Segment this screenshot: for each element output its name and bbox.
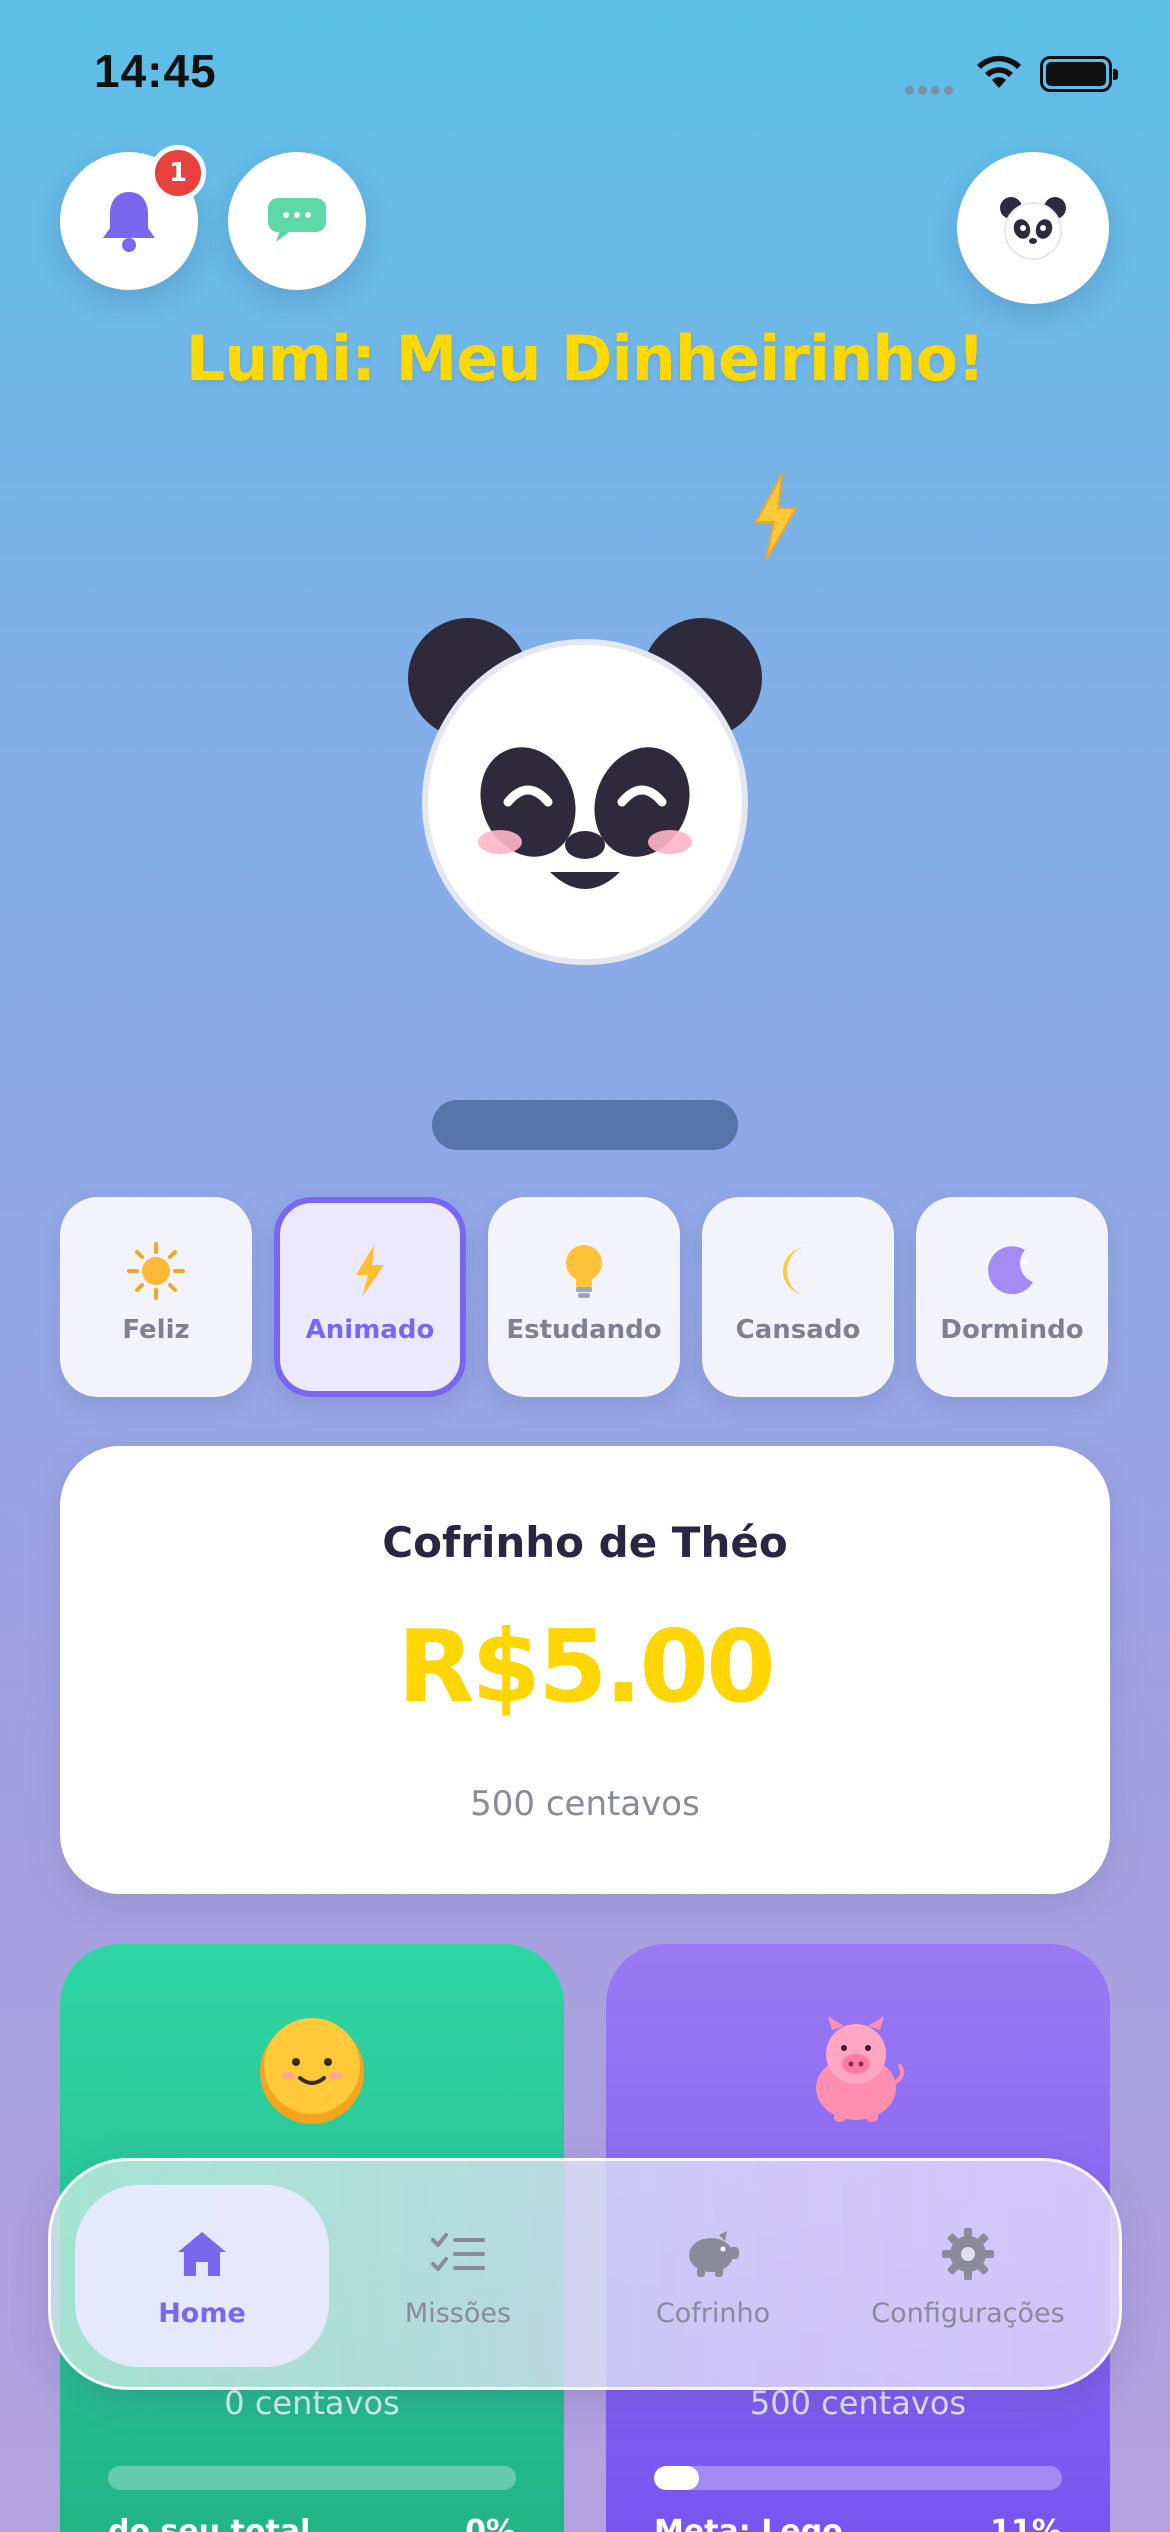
gear-icon (942, 2227, 994, 2280)
profile-avatar-button[interactable] (957, 152, 1109, 304)
mood-animado[interactable]: Animado (274, 1197, 466, 1397)
mood-label: Dormindo (940, 1315, 1084, 1345)
notification-badge: 1 (150, 145, 206, 201)
mood-feliz[interactable]: Feliz (60, 1197, 252, 1397)
crescent-moon-icon (783, 1247, 807, 1295)
lightbulb-icon (566, 1245, 602, 1298)
tab-label: Home (158, 2297, 246, 2329)
checklist-icon (431, 2232, 485, 2271)
mascot-shadow (432, 1100, 738, 1150)
card-footer-percent: 11% (990, 2514, 1062, 2532)
lightning-icon (754, 473, 798, 561)
bell-icon (103, 192, 155, 252)
tab-configuracoes[interactable]: Configurações (841, 2185, 1095, 2367)
mood-dormindo[interactable]: Dormindo (916, 1197, 1108, 1397)
balance-title: Cofrinho de Théo (382, 1518, 788, 1567)
card-footer-label: Meta: Lego (654, 2514, 843, 2532)
tab-label: Configurações (871, 2297, 1065, 2329)
panda-mascot[interactable] (400, 610, 770, 980)
balance-amount: R$5.00 (397, 1608, 775, 1725)
mood-cansado[interactable]: Cansado (702, 1197, 894, 1397)
status-time: 14:45 (94, 45, 217, 97)
cellular-signal-icon (905, 80, 957, 99)
battery-icon (1040, 56, 1118, 92)
tab-home[interactable]: Home (75, 2185, 329, 2367)
mood-estudando[interactable]: Estudando (488, 1197, 680, 1397)
lightning-icon (356, 1245, 384, 1297)
mood-label: Estudando (506, 1315, 662, 1345)
mood-label: Animado (305, 1315, 435, 1345)
moon-sleep-icon (988, 1246, 1033, 1295)
app-title: Lumi: Meu Dinheirinho! (185, 322, 986, 395)
home-icon (178, 2231, 226, 2276)
wifi-icon (977, 55, 1021, 88)
progress-bar (108, 2466, 516, 2490)
status-bar: 14:45 (0, 0, 1170, 150)
tab-label: Cofrinho (655, 2297, 771, 2329)
mood-selector: Feliz Animado Estudando Cansado Dormindo (60, 1197, 1110, 1397)
card-footer-label: do seu total (108, 2514, 311, 2532)
tab-bar: Home Missões Cofrinho Configurações (48, 2158, 1122, 2390)
progress-bar (654, 2466, 1062, 2490)
messages-button[interactable] (228, 152, 366, 290)
mood-label: Feliz (122, 1315, 190, 1345)
card-footer-percent: 0% (465, 2514, 516, 2532)
sun-icon (127, 1242, 185, 1300)
tab-cofrinho[interactable]: Cofrinho (586, 2185, 840, 2367)
piggy-bank-icon (816, 2016, 905, 2122)
balance-cents: 500 centavos (470, 1784, 700, 1824)
tab-missoes[interactable]: Missões (331, 2185, 585, 2367)
piggy-bank-icon (689, 2230, 739, 2277)
panda-avatar-icon (1000, 197, 1066, 260)
chat-bubble-icon (268, 198, 326, 242)
progress-fill (654, 2466, 699, 2490)
balance-card: Cofrinho de Théo R$5.00 500 centavos (60, 1446, 1110, 1894)
tab-label: Missões (404, 2297, 512, 2329)
smiley-icon (260, 2018, 364, 2124)
mood-label: Cansado (735, 1315, 861, 1345)
